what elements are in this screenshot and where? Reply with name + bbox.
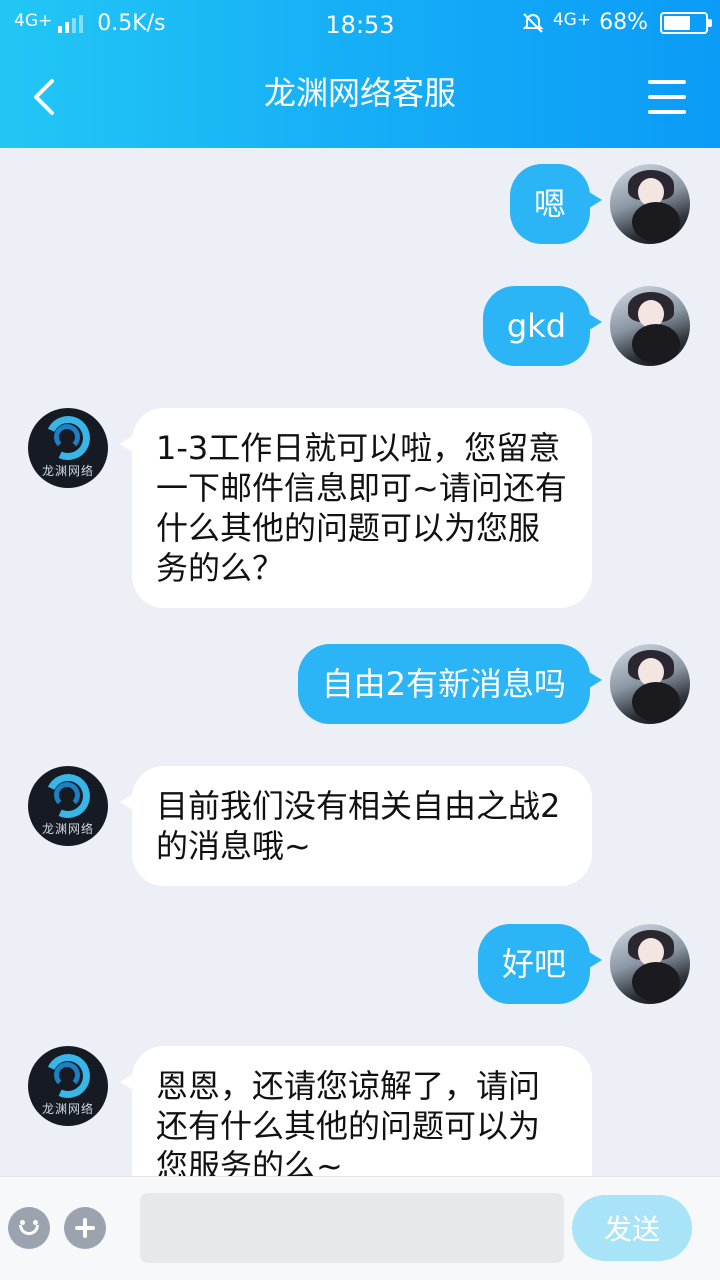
message-bubble[interactable]: 自由2有新消息吗	[297, 644, 603, 724]
chat-message-user: 嗯	[0, 164, 720, 248]
menu-icon	[648, 80, 686, 84]
message-bubble[interactable]: gkd	[482, 286, 603, 366]
bot-avatar[interactable]: 龙渊网络	[28, 1046, 108, 1126]
chat-list[interactable]: 嗯 gkd 龙渊网络 1-3工作日就可以啦，您留意一下邮件信息即可~请问还有什么…	[0, 148, 720, 1176]
bot-avatar[interactable]: 龙渊网络	[28, 766, 108, 846]
battery-percent: 68%	[599, 10, 648, 35]
emoji-icon	[8, 1207, 50, 1249]
message-bubble[interactable]: 好吧	[477, 924, 603, 1004]
message-bubble[interactable]: 目前我们没有相关自由之战2的消息哦~	[120, 766, 592, 886]
message-bubble[interactable]: 1-3工作日就可以啦，您留意一下邮件信息即可~请问还有什么其他的问题可以为您服务…	[120, 408, 592, 608]
add-button[interactable]	[64, 1207, 106, 1249]
chat-message-bot: 龙渊网络 恩恩，还请您谅解了，请问还有什么其他的问题可以为您服务的么~	[0, 1046, 720, 1176]
chat-message-user: 好吧	[0, 924, 720, 1008]
input-bar: 发送	[0, 1176, 720, 1280]
bot-brand-label: 龙渊网络	[41, 822, 94, 836]
app-header: 4G+ 0.5K/s 18:53 4G+ 68% 龙渊网络客服	[0, 0, 720, 148]
bot-brand-label: 龙渊网络	[41, 1102, 94, 1116]
user-avatar[interactable]	[610, 924, 690, 1004]
chat-message-bot: 龙渊网络 目前我们没有相关自由之战2的消息哦~	[0, 766, 720, 886]
emoji-button[interactable]	[8, 1207, 50, 1249]
status-right: 4G+ 68%	[521, 9, 712, 35]
alarm-off-icon	[522, 12, 544, 33]
user-avatar[interactable]	[610, 164, 690, 244]
user-avatar[interactable]	[610, 644, 690, 724]
send-button[interactable]: 发送	[572, 1195, 692, 1261]
status-bar: 4G+ 0.5K/s 18:53 4G+ 68%	[0, 0, 720, 50]
user-avatar[interactable]	[610, 286, 690, 366]
plus-icon	[64, 1207, 106, 1249]
chat-message-user: 自由2有新消息吗	[0, 644, 720, 728]
message-input[interactable]	[140, 1193, 564, 1263]
chat-message-user: gkd	[0, 286, 720, 370]
bot-brand-label: 龙渊网络	[41, 464, 94, 478]
battery-icon	[660, 11, 712, 34]
menu-button[interactable]	[648, 80, 686, 114]
chat-message-bot: 龙渊网络 1-3工作日就可以啦，您留意一下邮件信息即可~请问还有什么其他的问题可…	[0, 408, 720, 608]
message-bubble[interactable]: 恩恩，还请您谅解了，请问还有什么其他的问题可以为您服务的么~	[120, 1046, 592, 1176]
bot-avatar[interactable]: 龙渊网络	[28, 408, 108, 488]
network-type-right: 4G+	[552, 9, 592, 30]
message-bubble[interactable]: 嗯	[509, 164, 603, 244]
page-title: 龙渊网络客服	[263, 74, 456, 112]
